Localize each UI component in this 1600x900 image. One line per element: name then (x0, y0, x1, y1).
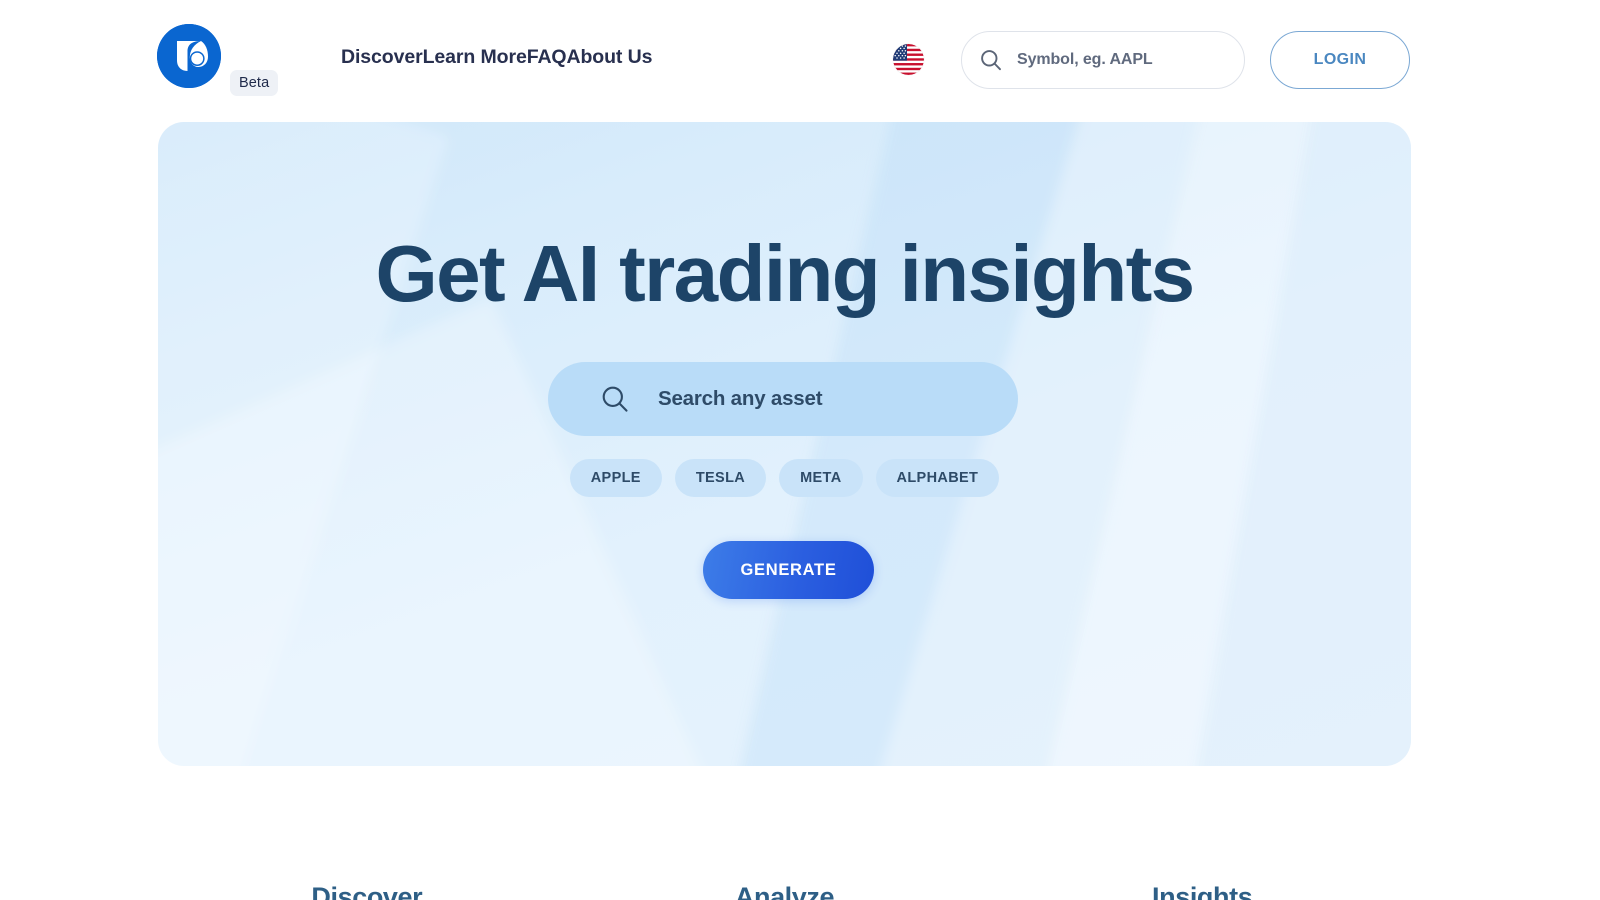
below-fold-headings: Discover Analyze Insights (158, 884, 1411, 900)
asset-search-placeholder: Search any asset (658, 387, 823, 410)
nav-item-learn-more[interactable]: Learn More (423, 46, 527, 69)
page-title: Get AI trading insights (375, 229, 1195, 318)
hero-section: Get AI trading insights Search any asset… (158, 122, 1411, 766)
header-search-input[interactable]: Symbol, eg. AAPL (961, 31, 1245, 89)
chip-meta[interactable]: META (779, 459, 863, 497)
main-nav: Discover Learn More FAQ About Us (341, 46, 652, 69)
header-search-placeholder: Symbol, eg. AAPL (1017, 51, 1153, 68)
generate-button[interactable]: GENERATE (703, 541, 874, 599)
login-button[interactable]: LOGIN (1270, 31, 1410, 89)
nav-item-discover[interactable]: Discover (341, 46, 423, 69)
asset-search-input[interactable]: Search any asset (548, 362, 1018, 436)
beta-badge: Beta (230, 70, 279, 96)
nav-item-faq[interactable]: FAQ (527, 46, 567, 69)
below-fold-heading-2: Analyze (734, 884, 835, 900)
us-flag-icon[interactable] (893, 44, 924, 75)
chip-alphabet[interactable]: ALPHABET (875, 459, 1000, 497)
chip-tesla[interactable]: TESLA (674, 459, 767, 497)
chip-apple[interactable]: APPLE (569, 459, 662, 497)
suggestion-chips: APPLE TESLA META ALPHABET (158, 459, 1411, 497)
nav-item-about-us[interactable]: About Us (567, 46, 653, 69)
below-fold-heading-3: Insights (1152, 884, 1253, 900)
brand[interactable]: Beta (157, 24, 287, 96)
site-header: Beta Discover Learn More FAQ About Us Sy… (0, 0, 1600, 120)
below-fold-heading-1: Discover (311, 884, 423, 900)
brand-logo-icon[interactable] (157, 24, 221, 88)
search-icon (980, 49, 1002, 71)
search-icon (601, 385, 629, 413)
